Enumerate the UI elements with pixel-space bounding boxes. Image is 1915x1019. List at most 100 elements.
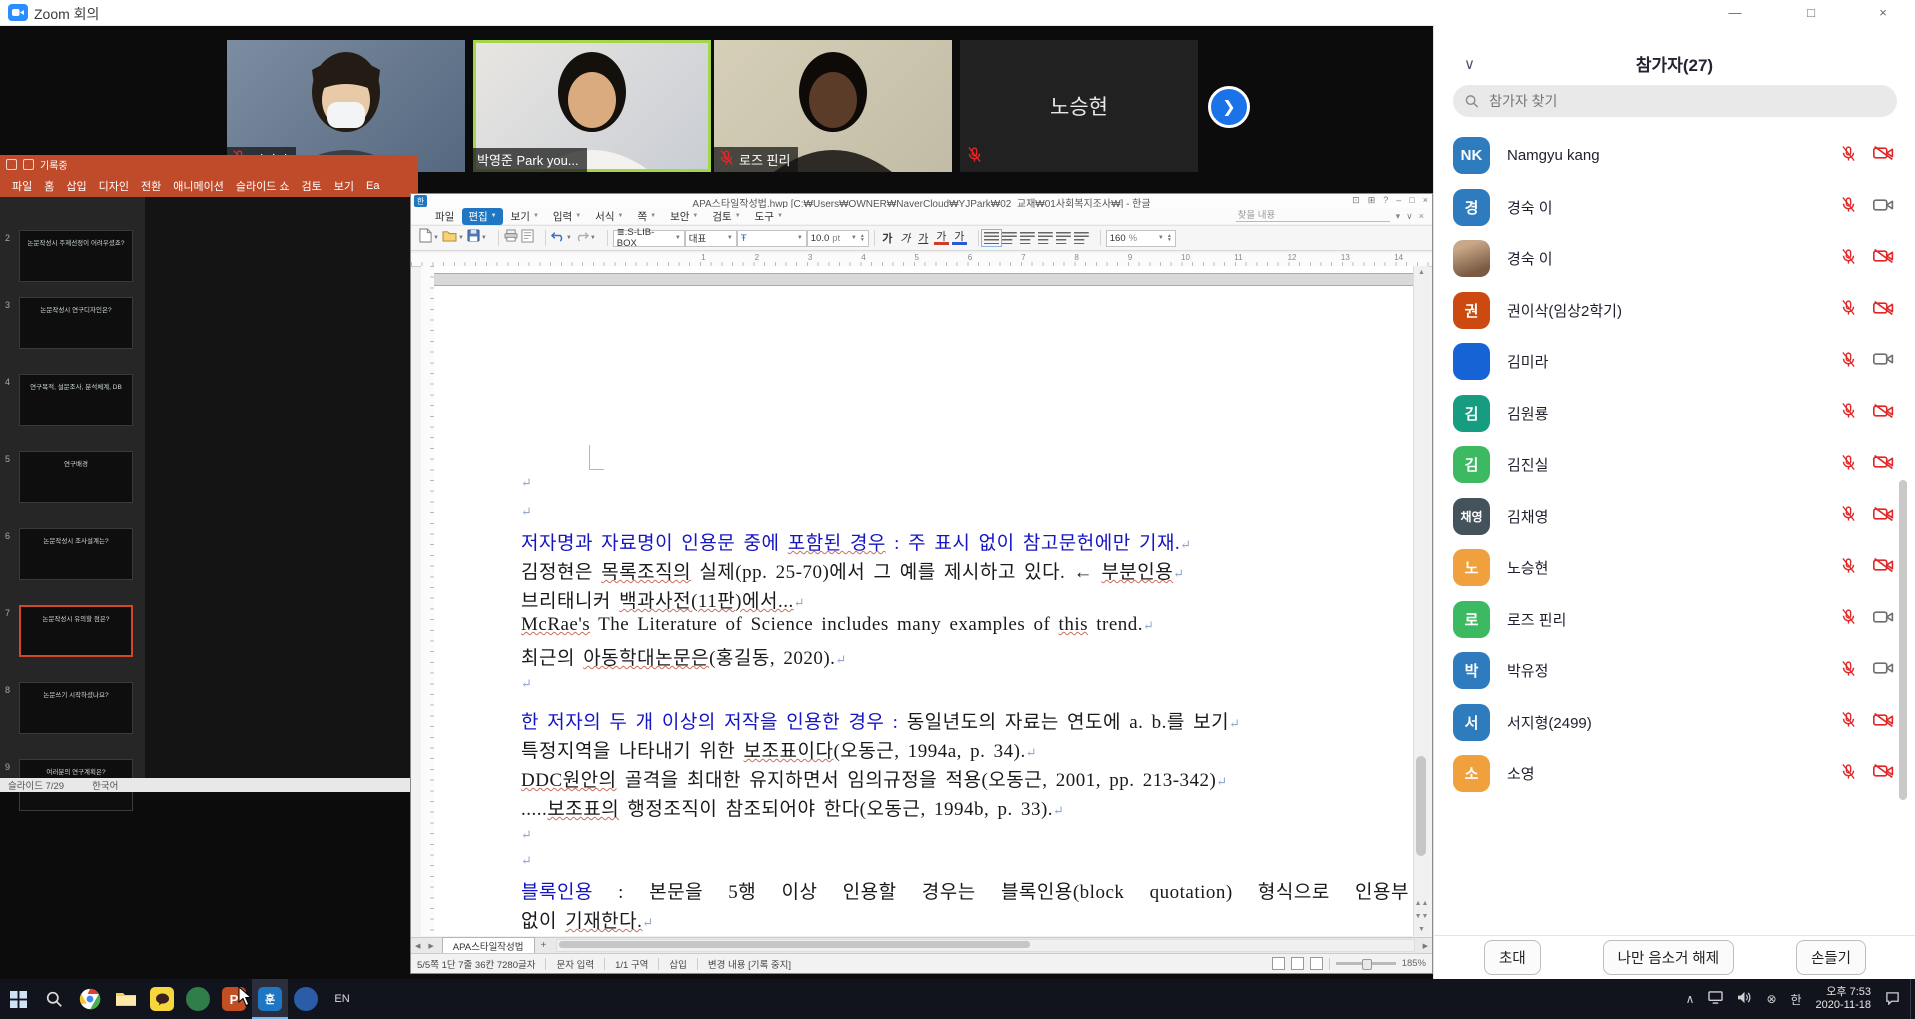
hwp-menu-쪽[interactable]: 쪽▼	[631, 208, 662, 225]
highlight-color-button[interactable]: 가	[952, 232, 967, 245]
find-control-2[interactable]: ×	[1419, 211, 1424, 221]
print-button[interactable]	[504, 229, 518, 247]
status-track-changes[interactable]: 변경 내용 [기록 중지]	[708, 957, 791, 971]
hwp-menu-입력[interactable]: 입력▼	[547, 208, 587, 225]
italic-button[interactable]: 가	[898, 230, 913, 246]
status-insert-mode[interactable]: 삽입	[669, 957, 686, 971]
hwp-window-controls[interactable]: ⊡⊞?–□×	[1352, 195, 1428, 206]
slide-thumbnail-6[interactable]: 논문작성시 조사설계는?	[19, 528, 133, 580]
mic-muted-icon[interactable]	[1840, 711, 1857, 733]
participant-row[interactable]: 박박유정	[1434, 645, 1915, 696]
camera-off-icon[interactable]	[1873, 145, 1894, 166]
ppt-menu-Ea[interactable]: Ea	[360, 180, 385, 192]
camera-off-icon[interactable]	[1873, 557, 1894, 578]
document-tab[interactable]: APA스타일작성법	[442, 937, 535, 954]
participant-row[interactable]: 김미라	[1434, 336, 1915, 387]
mic-muted-icon[interactable]	[1840, 299, 1857, 321]
hwp-title-control-4[interactable]: □	[1409, 195, 1414, 206]
camera-off-icon[interactable]	[1873, 403, 1894, 424]
participant-row[interactable]: 소소영	[1434, 748, 1915, 799]
horizontal-scrollbar[interactable]	[556, 939, 1414, 952]
font-size-combo[interactable]: 10.0pt▼▲▼	[807, 230, 869, 247]
slide-thumbnail-4[interactable]: 연구목적, 설문조사, 분석체계, DB	[19, 374, 133, 426]
open-folder-button[interactable]: ▼	[442, 229, 464, 247]
font-color-button[interactable]: 가	[934, 232, 949, 245]
vertical-scrollbar[interactable]: ▲ ▲▲ ▼▼ ▼	[1413, 266, 1429, 936]
mic-muted-icon[interactable]	[1840, 145, 1857, 167]
view-mode-icon-3[interactable]	[1310, 957, 1323, 970]
redo-button[interactable]: ▼	[575, 229, 596, 247]
ppt-slide-panel[interactable]: 2논문작성시 주제선정이 어려우셨죠?3논문작성시 연구디자인은?4연구목적, …	[0, 197, 145, 778]
taskbar-whale-icon[interactable]	[288, 979, 324, 1019]
participant-row[interactable]: 경숙 이	[1434, 233, 1915, 284]
zoom-combo[interactable]: 160%▼▲▼	[1106, 230, 1176, 247]
invite-button[interactable]: 초대	[1484, 940, 1541, 975]
taskbar-hwp-icon[interactable]: 훈	[252, 979, 288, 1019]
align-icon-3[interactable]	[1038, 232, 1053, 244]
taskbar-clock[interactable]: 오후 7:532020-11-18	[1816, 986, 1871, 1012]
slide-thumbnail-2[interactable]: 논문작성시 주제선정이 어려우셨죠?	[19, 230, 133, 282]
ppt-menu-디자인[interactable]: 디자인	[93, 178, 135, 194]
view-mode-icon-1[interactable]	[1272, 957, 1285, 970]
ppt-slide-canvas[interactable]	[145, 197, 418, 778]
participant-search-input[interactable]	[1487, 92, 1885, 110]
ppt-menu-파일[interactable]: 파일	[6, 178, 38, 194]
horizontal-scrollbar-thumb[interactable]	[559, 941, 1030, 948]
participant-row[interactable]: 노노승현	[1434, 542, 1915, 593]
tray-status-icon[interactable]: ⊗	[1766, 992, 1776, 1006]
next-page-button[interactable]: ❯	[1208, 86, 1250, 128]
camera-off-icon[interactable]	[1873, 454, 1894, 475]
mic-muted-icon[interactable]	[1840, 660, 1857, 682]
mic-muted-icon[interactable]	[1840, 402, 1857, 424]
show-desktop-strip[interactable]	[1910, 979, 1915, 1019]
camera-on-icon[interactable]	[1873, 197, 1894, 218]
hwp-title-control-2[interactable]: ?	[1383, 195, 1388, 206]
video-tile[interactable]: 노승현	[960, 40, 1198, 172]
taskbar-start-icon[interactable]	[0, 979, 36, 1019]
mic-muted-icon[interactable]	[1840, 608, 1857, 630]
mic-muted-icon[interactable]	[1840, 196, 1857, 218]
hwp-menu-보기[interactable]: 보기▼	[505, 208, 545, 225]
taskbar-app-blue-icon[interactable]	[180, 979, 216, 1019]
participant-row[interactable]: 서서지형(2499)	[1434, 697, 1915, 748]
document-page[interactable]: ↵↵저자명과 자료명이 인용문 중에 포함된 경우 : 주 표시 없이 참고문헌…	[434, 266, 1413, 936]
ppt-menu-검토[interactable]: 검토	[296, 178, 328, 194]
participant-row[interactable]: 로로즈 핀리	[1434, 594, 1915, 645]
camera-off-icon[interactable]	[1873, 506, 1894, 527]
underline-button[interactable]: 가	[916, 230, 931, 246]
hwp-menu-편집[interactable]: 편집▼	[462, 208, 502, 225]
hscroll-right-arrow[interactable]: ▶	[1419, 942, 1432, 950]
status-input-mode[interactable]: 문자 입력	[556, 957, 594, 971]
video-tile[interactable]: 로즈 핀리	[714, 40, 952, 172]
participant-row[interactable]: NKNamgyu kang	[1434, 130, 1915, 181]
hwp-menu-서식[interactable]: 서식▼	[589, 208, 629, 225]
participant-row[interactable]: 권권이삭(임상2학기)	[1434, 285, 1915, 336]
ime-korean-indicator[interactable]: 한	[1791, 991, 1802, 1008]
find-control-1[interactable]: ∨	[1406, 211, 1413, 222]
mic-muted-icon[interactable]	[1840, 454, 1857, 476]
page-up-button[interactable]: ▲▲	[1414, 897, 1429, 910]
size-spinner[interactable]: ▲▼	[860, 234, 865, 242]
video-tile[interactable]: 이지미	[227, 40, 465, 172]
ppt-save-icon[interactable]	[6, 159, 17, 170]
zoom-spinner[interactable]: ▲▼	[1167, 234, 1172, 242]
vertical-scrollbar-thumb[interactable]	[1416, 756, 1426, 856]
camera-on-icon[interactable]	[1873, 609, 1894, 630]
taskbar-kakaotalk-icon[interactable]	[144, 979, 180, 1019]
camera-off-icon[interactable]	[1873, 300, 1894, 321]
hwp-menu-보안[interactable]: 보안▼	[664, 208, 704, 225]
hwp-menu-파일[interactable]: 파일	[429, 208, 460, 225]
hidden-icons-chevron[interactable]: ∧	[1686, 992, 1695, 1006]
rep-combo[interactable]: 대표▼	[685, 230, 737, 247]
hwp-menu-검토[interactable]: 검토▼	[706, 208, 746, 225]
hwp-title-control-0[interactable]: ⊡	[1352, 195, 1360, 206]
tab-prev-icon[interactable]: ◀	[411, 942, 424, 950]
ppt-menu-슬라이드 쇼[interactable]: 슬라이드 쇼	[230, 178, 296, 194]
network-icon[interactable]	[1708, 991, 1723, 1007]
camera-off-icon[interactable]	[1873, 712, 1894, 733]
taskbar-lang-en-icon[interactable]: EN	[324, 979, 360, 1019]
taskbar-explorer-icon[interactable]	[108, 979, 144, 1019]
unmute-me-button[interactable]: 나만 음소거 해제	[1603, 940, 1734, 975]
undo-button[interactable]: ▼	[551, 229, 572, 247]
video-tile[interactable]: 박영준 Park you...	[473, 40, 711, 172]
